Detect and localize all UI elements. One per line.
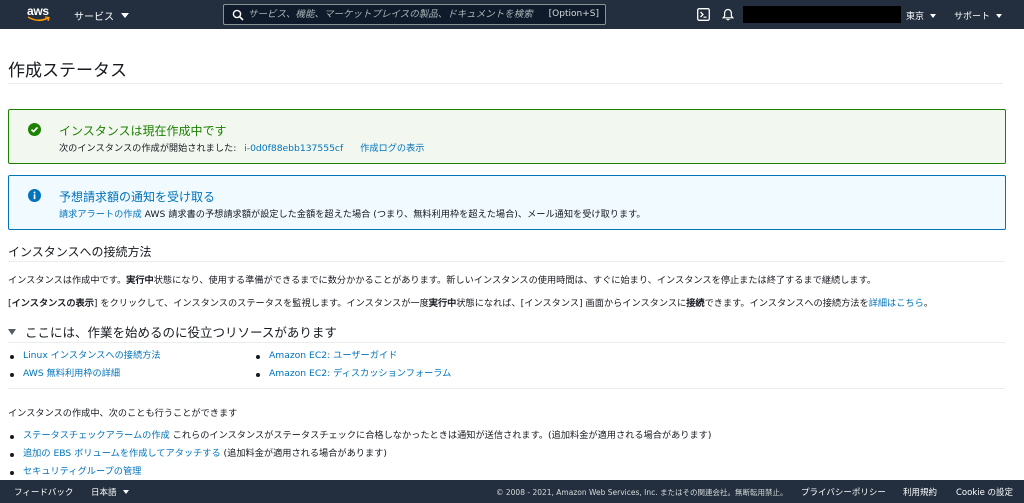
resource-links-right: Amazon EC2: ユーザーガイド Amazon EC2: ディスカッション…	[254, 347, 451, 383]
alert-body: 次のインスタンスの作成が開始されました: i-0d0f88ebb137555cf…	[59, 140, 424, 154]
alert-header: インスタンスは現在作成中です	[59, 124, 227, 138]
also-list: ステータスチェックアラームの作成 これらのインスタンスがステータスチェックに合格…	[8, 427, 711, 481]
region-menu[interactable]: 東京	[906, 9, 937, 22]
caret-down-icon	[996, 13, 1003, 18]
resource-links-left: Linux インスタンスへの接続方法 AWS 無料利用枠の詳細	[8, 347, 161, 383]
language-label: 日本語	[91, 488, 117, 498]
list-item: ステータスチェックアラームの作成 これらのインスタンスがステータスチェックに合格…	[8, 427, 711, 445]
info-alert: 予想請求額の通知を受け取る 請求アラートの作成 AWS 請求書の予想請求額が設定…	[8, 175, 1006, 230]
region-label: 東京	[906, 12, 925, 22]
alert-body: 請求アラートの作成 AWS 請求書の予想請求額が設定した金額を超えた場合 (つま…	[59, 206, 646, 220]
search-shortcut: [Option+S]	[548, 9, 599, 19]
caret-down-icon	[122, 490, 129, 494]
terms-link[interactable]: 利用規約	[903, 486, 937, 498]
success-alert: インスタンスは現在作成中です 次のインスタンスの作成が開始されました: i-0d…	[8, 109, 1006, 164]
support-menu[interactable]: サポート	[954, 9, 1003, 22]
cookie-settings-link[interactable]: Cookie の設定	[956, 486, 1013, 498]
feedback-link[interactable]: フィードバック	[14, 486, 73, 498]
alert-header: 予想請求額の通知を受け取る	[59, 190, 216, 204]
caret-down-icon	[8, 328, 16, 335]
top-nav: aws サービス [Option+S] 東京 サポート	[0, 0, 1024, 29]
also-intro: インスタンスの作成中、次のことも行うことができます	[8, 408, 238, 419]
privacy-link[interactable]: プライバシーポリシー	[801, 486, 886, 498]
aws-logo[interactable]: aws	[27, 5, 51, 25]
caret-down-icon	[930, 13, 937, 18]
list-item: 追加の EBS ボリュームを作成してアタッチする (追加料金が適用される場合があ…	[8, 445, 711, 463]
list-item: AWS 無料利用枠の詳細	[8, 365, 161, 383]
info-icon	[28, 189, 41, 202]
language-selector[interactable]: 日本語	[91, 486, 129, 498]
caret-down-icon	[121, 13, 129, 18]
create-billing-alert-link[interactable]: 請求アラートの作成	[59, 209, 142, 220]
services-label: サービス	[74, 12, 114, 23]
list-item: Amazon EC2: ユーザーガイド	[254, 347, 451, 365]
divider	[8, 261, 1005, 262]
forum-link[interactable]: Amazon EC2: ディスカッションフォーラム	[269, 368, 451, 379]
page-title: 作成ステータス	[8, 61, 127, 81]
bell-icon[interactable]	[722, 8, 734, 21]
support-label: サポート	[954, 12, 991, 22]
search-input[interactable]	[248, 9, 548, 20]
services-menu[interactable]: サービス	[74, 8, 129, 23]
terminal-icon[interactable]	[697, 8, 710, 21]
search-icon	[232, 9, 244, 21]
connect-paragraph-1: インスタンスは作成中です。実行中状態になり、使用する準備ができるまでに数分かかる…	[8, 275, 877, 286]
ebs-volume-link[interactable]: 追加の EBS ボリュームを作成してアタッチする	[23, 448, 221, 459]
section-title: インスタンスへの接続方法	[8, 245, 152, 259]
alert-body-text: AWS 請求書の予想請求額が設定した金額を超えた場合 (つまり、無料利用枠を超え…	[141, 209, 646, 220]
security-group-link[interactable]: セキュリティグループの管理	[23, 466, 141, 477]
user-guide-link[interactable]: Amazon EC2: ユーザーガイド	[269, 350, 397, 361]
list-item: Linux インスタンスへの接続方法	[8, 347, 161, 365]
expander-title: ここには、作業を始めるのに役立つリソースがあります	[25, 325, 337, 340]
search-box[interactable]: [Option+S]	[223, 4, 606, 25]
check-circle-icon	[28, 123, 41, 136]
divider	[8, 342, 1005, 343]
linux-connect-link[interactable]: Linux インスタンスへの接続方法	[23, 350, 161, 361]
view-log-link[interactable]: 作成ログの表示	[360, 143, 424, 154]
divider	[8, 83, 1003, 84]
instance-id-link[interactable]: i-0d0f88ebb137555cf	[244, 143, 343, 154]
account-menu[interactable]	[743, 6, 901, 23]
connect-paragraph-2: [インスタンスの表示] をクリックして、インスタンスのステータスを監視します。イ…	[8, 298, 933, 309]
learn-more-link[interactable]: 詳細はこちら	[869, 298, 924, 309]
copyright: © 2008 - 2021, Amazon Web Services, Inc.…	[496, 488, 788, 497]
divider	[8, 388, 1005, 389]
alert-body-text: 次のインスタンスの作成が開始されました:	[59, 143, 237, 154]
free-tier-link[interactable]: AWS 無料利用枠の詳細	[23, 368, 120, 379]
logo-text: aws	[27, 4, 49, 18]
status-alarm-link[interactable]: ステータスチェックアラームの作成	[23, 430, 170, 441]
list-item: Amazon EC2: ディスカッションフォーラム	[254, 365, 451, 383]
resources-expander[interactable]: ここには、作業を始めるのに役立つリソースがあります	[8, 322, 337, 341]
list-item: セキュリティグループの管理	[8, 463, 711, 481]
footer: フィードバック 日本語 © 2008 - 2021, Amazon Web Se…	[0, 480, 1024, 503]
